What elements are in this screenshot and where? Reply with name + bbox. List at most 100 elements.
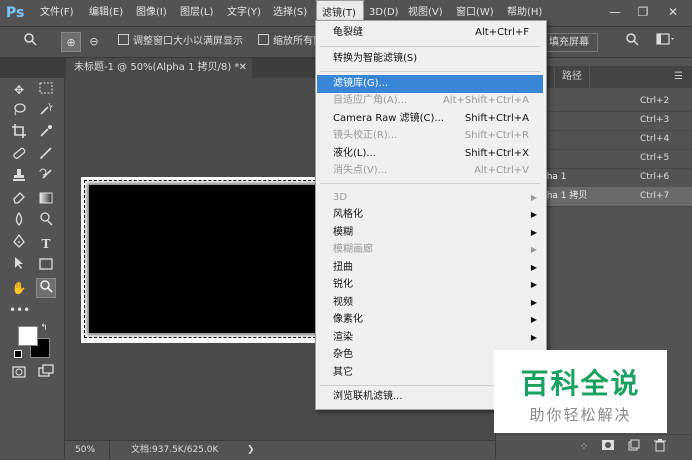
channel-shortcut: Ctrl+7 bbox=[640, 191, 670, 201]
menu-item-adaptive-wide-angle: 自适应广角(A)... Alt+Shift+Ctrl+A bbox=[333, 95, 529, 106]
menu-item-convert-smart-filter[interactable]: 转换为智能滤镜(S) bbox=[317, 50, 543, 68]
panel-menu-icon[interactable]: ☰ bbox=[674, 66, 683, 88]
brush-tool-icon[interactable] bbox=[36, 146, 56, 166]
menu-item-3d: 3D ▶ bbox=[317, 189, 543, 207]
menu-item-vanishing-point: 消失点(V)... Alt+Ctrl+V bbox=[333, 165, 529, 176]
resize-windows-checkbox[interactable]: 调整窗口大小以满屏显示 bbox=[118, 32, 243, 52]
submenu-arrow-icon: ▶ bbox=[530, 210, 537, 219]
menu-edit[interactable]: 编辑(E) bbox=[89, 0, 123, 26]
pen-tool-icon[interactable] bbox=[9, 233, 29, 254]
menu-file[interactable]: 文件(F) bbox=[40, 0, 74, 26]
clone-stamp-icon[interactable] bbox=[9, 168, 29, 188]
menu-type[interactable]: 文字(Y) bbox=[227, 0, 261, 26]
submenu-arrow-icon: ▶ bbox=[530, 228, 537, 237]
zoom-out-icon[interactable]: ⊖ bbox=[84, 32, 104, 52]
default-colors-icon[interactable] bbox=[14, 350, 22, 358]
menu-item-liquify[interactable]: 液化(L)... Shift+Ctrl+X bbox=[317, 145, 543, 163]
search-icon[interactable] bbox=[622, 32, 642, 52]
status-arrow-icon[interactable]: ❯ bbox=[247, 441, 255, 460]
submenu-arrow-icon: ▶ bbox=[530, 315, 537, 324]
channel-name: pha 1 拷贝 bbox=[541, 191, 588, 201]
workspace-icon[interactable] bbox=[652, 32, 680, 52]
lasso-tool-icon[interactable] bbox=[9, 102, 29, 122]
menu-separator bbox=[320, 183, 540, 184]
hand-tool-icon[interactable]: ✋ bbox=[9, 278, 29, 298]
photoshop-logo: Ps bbox=[6, 5, 25, 21]
swap-colors-icon[interactable]: ↰ bbox=[38, 322, 50, 334]
menu-item-camera-raw[interactable]: Camera Raw 滤镜(C)... Shift+Ctrl+A bbox=[317, 110, 543, 128]
menu-item-blur-gallery: 模糊画廊 ▶ bbox=[317, 241, 543, 259]
submenu-arrow-icon: ▶ bbox=[530, 193, 537, 202]
menu-select[interactable]: 选择(S) bbox=[273, 0, 307, 26]
panel-footer: ⁘ bbox=[496, 434, 692, 460]
zoom-tool-icon[interactable] bbox=[36, 278, 56, 298]
resize-windows-label: 调整窗口大小以满屏显示 bbox=[133, 36, 243, 47]
menu-item-stylize[interactable]: 风格化 ▶ bbox=[317, 206, 543, 224]
menu-separator bbox=[320, 46, 540, 47]
checkbox-icon[interactable] bbox=[118, 34, 129, 45]
menu-image[interactable]: 图像(I) bbox=[136, 0, 167, 26]
gradient-tool-icon[interactable] bbox=[36, 190, 56, 210]
path-selection-icon[interactable] bbox=[9, 256, 29, 276]
rectangle-tool-icon[interactable] bbox=[36, 256, 56, 276]
zoom-tool-preset-icon[interactable] bbox=[20, 32, 40, 52]
move-tool-icon[interactable]: ✥ bbox=[9, 80, 29, 100]
channel-shortcut: Ctrl+3 bbox=[640, 115, 670, 125]
watermark-title: 百科全说 bbox=[520, 367, 641, 400]
menu-item-distort[interactable]: 扭曲 ▶ bbox=[317, 259, 543, 277]
trash-icon[interactable] bbox=[652, 439, 668, 455]
menu-item-render[interactable]: 渲染 ▶ bbox=[317, 329, 543, 347]
eraser-icon[interactable] bbox=[9, 190, 29, 210]
magic-wand-icon[interactable] bbox=[36, 102, 56, 122]
history-brush-icon[interactable] bbox=[36, 168, 56, 188]
zoom-all-checkbox[interactable]: 缩放所有窗 bbox=[258, 32, 323, 52]
tab-close-icon[interactable]: ✕ bbox=[239, 58, 247, 78]
submenu-arrow-icon: ▶ bbox=[530, 298, 537, 307]
dodge-tool-icon[interactable] bbox=[36, 212, 56, 232]
menu-layer[interactable]: 图层(L) bbox=[180, 0, 213, 26]
foreground-color-swatch[interactable] bbox=[18, 326, 38, 346]
tab-paths[interactable]: 路径 bbox=[554, 66, 590, 88]
close-icon[interactable]: ✕ bbox=[662, 2, 684, 22]
quick-mask-icon[interactable] bbox=[9, 364, 29, 384]
channel-shortcut: Ctrl+4 bbox=[640, 134, 670, 144]
status-bar: 50% 文档:937.5K/625.0K ❯ bbox=[65, 440, 495, 460]
submenu-arrow-icon: ▶ bbox=[530, 333, 537, 342]
checkbox-icon[interactable] bbox=[258, 34, 269, 45]
menu-item-last-filter[interactable]: 龟裂缝 Alt+Ctrl+F bbox=[317, 24, 543, 42]
crop-tool-icon[interactable] bbox=[9, 124, 29, 144]
menu-item-sharpen[interactable]: 锐化 ▶ bbox=[317, 276, 543, 294]
menu-item-filter-gallery[interactable]: 滤镜库(G)... bbox=[317, 75, 543, 93]
document-tab[interactable]: 未标题-1 @ 50%(Alpha 1 拷贝/8) * ✕ bbox=[66, 58, 252, 78]
submenu-arrow-icon: ▶ bbox=[530, 263, 537, 272]
menu-item-blur[interactable]: 模糊 ▶ bbox=[317, 224, 543, 242]
toolbox: ✥ T ✋ ••• ↰ bbox=[0, 78, 65, 459]
type-tool-icon[interactable]: T bbox=[36, 234, 56, 254]
load-selection-icon[interactable]: ⁘ bbox=[576, 439, 592, 455]
restore-icon[interactable]: ❐ bbox=[632, 2, 654, 22]
marquee-tool-icon[interactable] bbox=[36, 80, 56, 100]
menu-item-video[interactable]: 视频 ▶ bbox=[317, 294, 543, 312]
new-channel-icon[interactable] bbox=[626, 439, 642, 455]
watermark: 百科全说 助你轻松解决 bbox=[494, 350, 667, 433]
document-info: 文档:937.5K/625.0K bbox=[131, 445, 219, 455]
menu-item-lens-correction: 镜头校正(R)... Shift+Ctrl+R bbox=[333, 130, 529, 141]
document-canvas[interactable] bbox=[81, 177, 321, 343]
save-selection-icon[interactable] bbox=[600, 439, 616, 455]
fill-screen-button[interactable]: 填充屏幕 bbox=[540, 33, 598, 52]
zoom-level[interactable]: 50% bbox=[75, 441, 110, 460]
channel-shortcut: Ctrl+2 bbox=[640, 96, 670, 106]
eyedropper-icon[interactable] bbox=[36, 124, 56, 144]
minimize-icon[interactable]: — bbox=[604, 2, 626, 22]
screen-mode-icon[interactable] bbox=[36, 364, 56, 384]
menu-item-pixelate[interactable]: 像素化 ▶ bbox=[317, 311, 543, 329]
channel-shortcut: Ctrl+6 bbox=[640, 172, 670, 182]
black-rectangle bbox=[89, 185, 319, 333]
zoom-in-icon[interactable]: ⊕ bbox=[61, 32, 81, 52]
document-tab-title: 未标题-1 @ 50%(Alpha 1 拷贝/8) * bbox=[74, 62, 240, 73]
healing-brush-icon[interactable] bbox=[9, 146, 29, 166]
channel-shortcut: Ctrl+5 bbox=[640, 153, 670, 163]
blur-tool-icon[interactable] bbox=[9, 211, 29, 232]
submenu-arrow-icon: ▶ bbox=[530, 280, 537, 289]
more-tools-icon[interactable]: ••• bbox=[9, 300, 30, 320]
